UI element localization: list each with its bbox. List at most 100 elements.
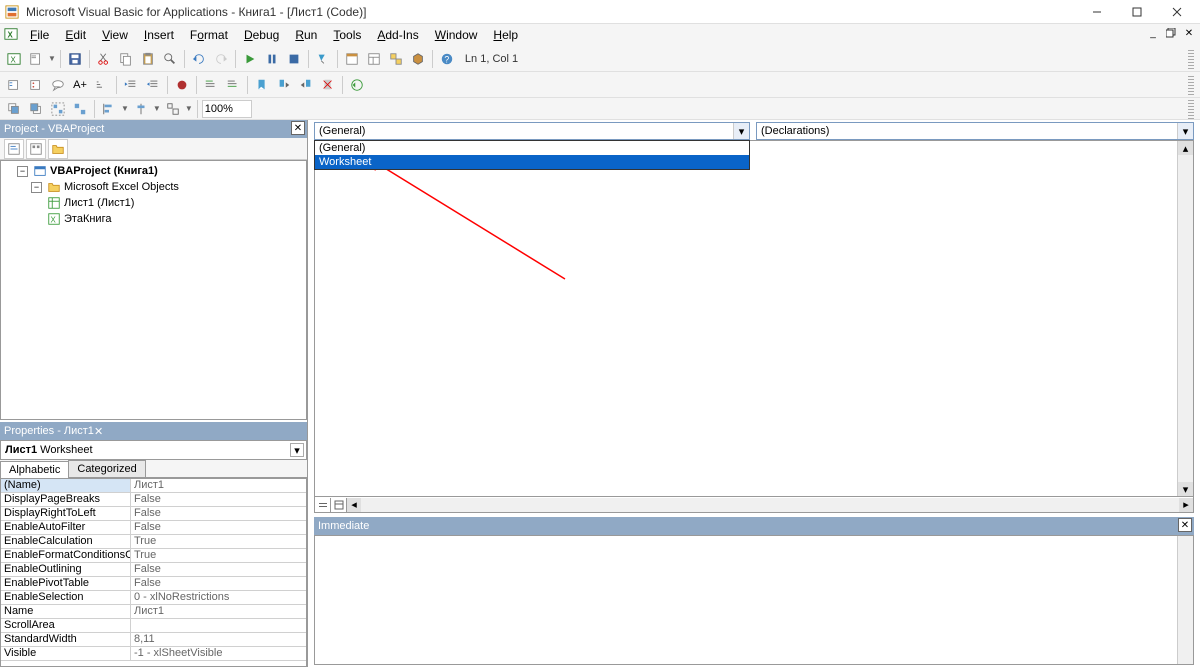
property-value[interactable]: False xyxy=(131,577,306,590)
menu-addins[interactable]: Add-Ins xyxy=(369,26,426,44)
save-icon[interactable] xyxy=(65,49,85,69)
property-value[interactable]: False xyxy=(131,507,306,520)
size-icon[interactable] xyxy=(163,99,183,119)
menu-window[interactable]: Window xyxy=(427,26,486,44)
menu-debug[interactable]: Debug xyxy=(236,26,287,44)
code-editor[interactable]: ▴ ▾ xyxy=(314,140,1194,497)
bookmark-prev-icon[interactable] xyxy=(296,75,316,95)
menu-format[interactable]: Format xyxy=(182,26,236,44)
help-icon[interactable]: ? xyxy=(437,49,457,69)
reset-icon[interactable] xyxy=(284,49,304,69)
procedure-combo[interactable]: (Declarations) ▾ xyxy=(756,122,1194,138)
minimize-button[interactable] xyxy=(1078,1,1116,23)
combo-option-general[interactable]: (General) xyxy=(315,141,749,155)
property-row[interactable]: (Name)Лист1 xyxy=(1,479,306,493)
properties-window-icon[interactable] xyxy=(364,49,384,69)
list-constants-icon[interactable] xyxy=(26,75,46,95)
property-row[interactable]: DisplayPageBreaksFalse xyxy=(1,493,306,507)
property-value[interactable] xyxy=(131,619,306,632)
property-value[interactable]: -1 - xlSheetVisible xyxy=(131,647,306,660)
complete-word-icon[interactable] xyxy=(92,75,112,95)
break-icon[interactable] xyxy=(262,49,282,69)
bookmark-toggle-icon[interactable] xyxy=(252,75,272,95)
property-value[interactable]: False xyxy=(131,493,306,506)
project-explorer-close-icon[interactable]: ✕ xyxy=(291,121,305,135)
group-icon[interactable] xyxy=(48,99,68,119)
undo-icon[interactable] xyxy=(189,49,209,69)
bookmark-next-icon[interactable] xyxy=(274,75,294,95)
project-tree[interactable]: − VBAProject (Книга1) − Microsoft Excel … xyxy=(0,160,307,420)
property-value[interactable]: True xyxy=(131,549,306,562)
menu-edit[interactable]: Edit xyxy=(57,26,94,44)
toolbar-grip-2[interactable] xyxy=(1188,75,1194,95)
center-dropdown-arrow-icon[interactable]: ▼ xyxy=(153,104,161,113)
zoom-input[interactable] xyxy=(202,100,252,118)
paste-icon[interactable] xyxy=(138,49,158,69)
menu-run[interactable]: Run xyxy=(287,26,325,44)
property-row[interactable]: EnableFormatConditionsCalculationTrue xyxy=(1,549,306,563)
view-object-icon[interactable] xyxy=(26,139,46,159)
properties-object-selector[interactable]: Лист1 Worksheet ▾ xyxy=(0,440,307,460)
uncomment-block-icon[interactable] xyxy=(223,75,243,95)
property-row[interactable]: EnableOutliningFalse xyxy=(1,563,306,577)
properties-close-icon[interactable]: ✕ xyxy=(94,425,103,438)
property-row[interactable]: EnableSelection0 - xlNoRestrictions xyxy=(1,591,306,605)
comment-block-icon[interactable] xyxy=(201,75,221,95)
align-icon[interactable] xyxy=(99,99,119,119)
project-explorer-icon[interactable] xyxy=(342,49,362,69)
dropdown-arrow-icon[interactable]: ▾ xyxy=(1177,123,1193,139)
menu-tools[interactable]: Tools xyxy=(325,26,369,44)
design-mode-icon[interactable] xyxy=(313,49,333,69)
scroll-right-icon[interactable]: ▸ xyxy=(1179,498,1193,512)
menu-help[interactable]: Help xyxy=(485,26,526,44)
parameter-info-icon[interactable]: A+ xyxy=(70,75,90,95)
size-dropdown-arrow-icon[interactable]: ▼ xyxy=(185,104,193,113)
bookmark-clear-icon[interactable] xyxy=(318,75,338,95)
outdent-icon[interactable] xyxy=(143,75,163,95)
view-excel-icon[interactable]: X xyxy=(4,49,24,69)
quick-info-icon[interactable] xyxy=(48,75,68,95)
cut-icon[interactable] xyxy=(94,49,114,69)
view-code-icon[interactable] xyxy=(4,139,24,159)
properties-grid[interactable]: (Name)Лист1DisplayPageBreaksFalseDisplay… xyxy=(0,478,307,667)
redo-icon[interactable] xyxy=(211,49,231,69)
send-back-icon[interactable] xyxy=(26,99,46,119)
property-row[interactable]: DisplayRightToLeftFalse xyxy=(1,507,306,521)
menu-insert[interactable]: Insert xyxy=(136,26,182,44)
breakpoint-icon[interactable] xyxy=(172,75,192,95)
toolbar-grip[interactable] xyxy=(1188,49,1194,69)
maximize-button[interactable] xyxy=(1118,1,1156,23)
bring-front-icon[interactable] xyxy=(4,99,24,119)
tab-categorized[interactable]: Categorized xyxy=(68,460,145,477)
scroll-up-icon[interactable]: ▴ xyxy=(1178,141,1193,155)
vertical-scrollbar[interactable]: ▴ ▾ xyxy=(1177,141,1193,496)
insert-dropdown-icon[interactable] xyxy=(26,49,46,69)
indent-icon[interactable] xyxy=(121,75,141,95)
property-row[interactable]: Visible-1 - xlSheetVisible xyxy=(1,647,306,661)
back-icon[interactable] xyxy=(347,75,367,95)
property-row[interactable]: ScrollArea xyxy=(1,619,306,633)
property-value[interactable]: 0 - xlNoRestrictions xyxy=(131,591,306,604)
ungroup-icon[interactable] xyxy=(70,99,90,119)
center-icon[interactable] xyxy=(131,99,151,119)
tree-collapse-icon[interactable]: − xyxy=(31,182,42,193)
procedure-view-icon[interactable] xyxy=(315,498,331,512)
tree-folder[interactable]: − Microsoft Excel Objects xyxy=(3,179,304,195)
property-value[interactable]: True xyxy=(131,535,306,548)
immediate-window[interactable] xyxy=(314,535,1194,665)
object-browser-icon[interactable] xyxy=(386,49,406,69)
property-row[interactable]: EnableCalculationTrue xyxy=(1,535,306,549)
close-button[interactable] xyxy=(1158,1,1196,23)
tree-collapse-icon[interactable]: − xyxy=(17,166,28,177)
property-row[interactable]: NameЛист1 xyxy=(1,605,306,619)
scroll-down-icon[interactable]: ▾ xyxy=(1178,482,1193,496)
scroll-left-icon[interactable]: ◂ xyxy=(347,498,361,512)
align-dropdown-arrow-icon[interactable]: ▼ xyxy=(121,104,129,113)
dropdown-arrow-icon[interactable]: ▾ xyxy=(290,443,304,457)
immediate-close-icon[interactable]: ✕ xyxy=(1178,518,1192,532)
full-module-view-icon[interactable] xyxy=(331,498,347,512)
property-row[interactable]: EnablePivotTableFalse xyxy=(1,577,306,591)
property-value[interactable]: False xyxy=(131,521,306,534)
menu-file[interactable]: File xyxy=(22,26,57,44)
copy-icon[interactable] xyxy=(116,49,136,69)
